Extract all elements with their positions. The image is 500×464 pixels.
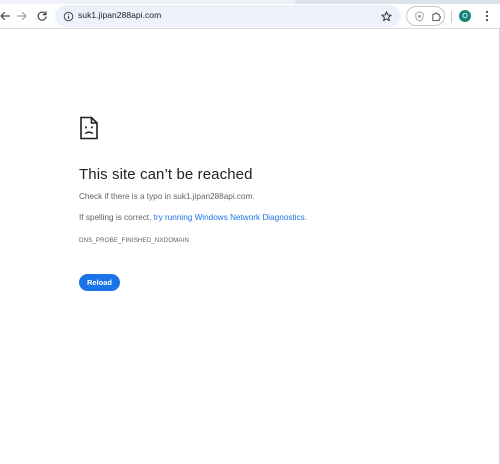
bookmark-button[interactable]: [379, 9, 393, 23]
star-outline-icon: [380, 10, 392, 21]
arrow-left-icon: [0, 11, 11, 21]
back-button[interactable]: [0, 7, 14, 25]
address-bar[interactable]: suk1.jipan288api.com: [55, 5, 401, 27]
typo-host: suk1.jipan288api.com: [173, 192, 253, 201]
vertical-dots-icon: [485, 10, 489, 22]
puzzle-icon: [431, 12, 441, 21]
sad-document-icon: [80, 116, 98, 140]
error-title: This site can’t be reached: [79, 166, 253, 183]
extensions-group: [406, 6, 445, 26]
browser-menu-button[interactable]: [481, 9, 493, 23]
shield-extension-icon: [414, 10, 424, 22]
typo-suffix: .: [252, 192, 255, 201]
spelling-suggestion: If spelling is correct, try running Wind…: [79, 213, 307, 222]
browser-window: suk1.jipan288api.com O This site can’t b…: [0, 0, 500, 464]
error-code: DNS_PROBE_FINISHED_NXDOMAIN: [79, 237, 189, 244]
site-info-button[interactable]: [61, 9, 75, 23]
forward-button[interactable]: [13, 7, 31, 25]
profile-avatar[interactable]: O: [459, 10, 471, 22]
tune-icon: [63, 11, 73, 21]
extensions-button[interactable]: [429, 9, 443, 23]
spelling-suffix: .: [304, 213, 307, 222]
typo-suggestion: Check if there is a typo in suk1.jipan28…: [79, 192, 255, 201]
typo-prefix: Check if there is a typo in: [79, 192, 174, 201]
page-content: This site can’t be reached Check if ther…: [0, 30, 500, 464]
browser-toolbar: suk1.jipan288api.com O: [0, 4, 500, 29]
toolbar-divider: [451, 11, 452, 23]
reload-icon: [37, 11, 47, 21]
reload-button[interactable]: Reload: [79, 274, 120, 291]
network-diagnostics-link[interactable]: try running Windows Network Diagnostics: [154, 213, 305, 222]
shield-extension-button[interactable]: [412, 9, 426, 23]
arrow-right-icon: [16, 11, 27, 21]
spelling-prefix: If spelling is correct,: [79, 213, 154, 222]
reload-page-button[interactable]: [33, 7, 51, 25]
url-text[interactable]: suk1.jipan288api.com: [78, 10, 161, 20]
